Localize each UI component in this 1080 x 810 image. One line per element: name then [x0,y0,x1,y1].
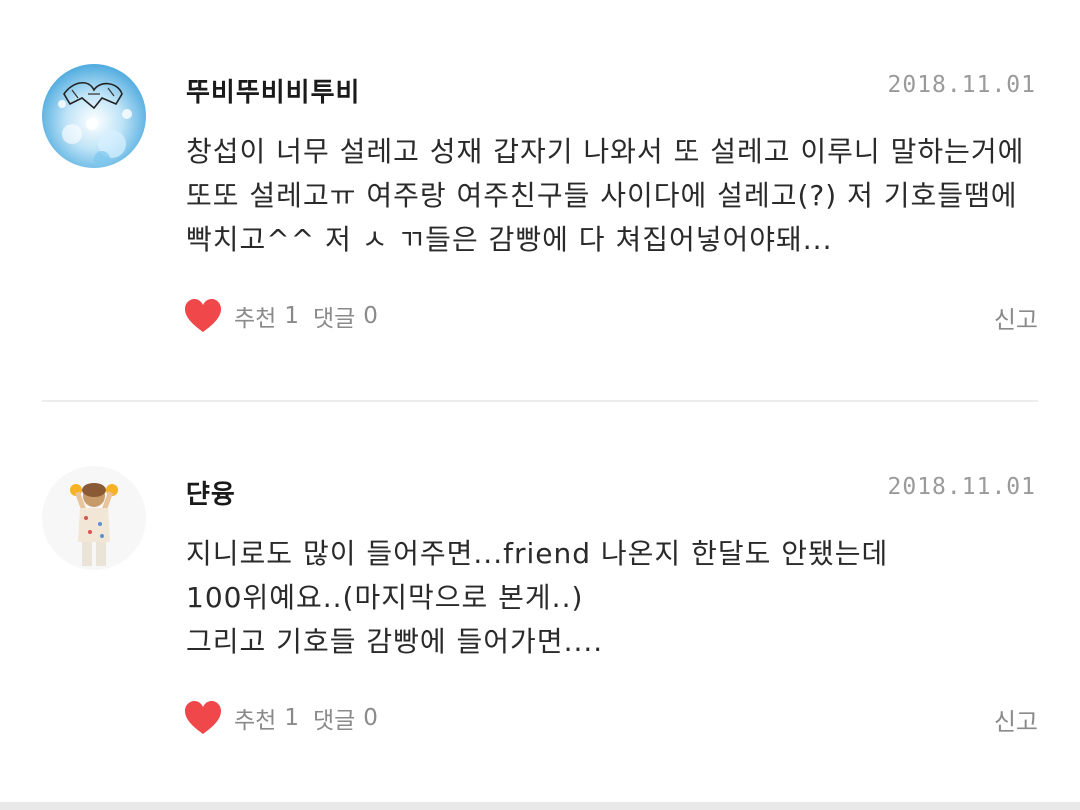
comment-list: 뚜비뚜비비투비 2018.11.01 창섭이 너무 설레고 성재 갑자기 나와서… [0,0,1080,810]
report-button[interactable]: 신고 [994,300,1038,335]
like-count: 1 [284,705,299,731]
reply-button[interactable]: 댓글 0 [313,701,378,735]
avatar[interactable] [42,64,146,168]
heart-icon[interactable] [184,700,222,736]
user-avatar-sparkle-icon [42,64,146,168]
comment-actions: 추천 1 댓글 0 [184,294,378,338]
like-button[interactable]: 추천 1 [184,700,299,736]
comment-line: 또또 설레고ㅠ 여주랑 여주친구들 사이다에 설레고(?) 저 기호들땜에 [186,179,1018,212]
report-button[interactable]: 신고 [994,702,1038,737]
reply-count: 0 [363,303,378,329]
username[interactable]: 뚜비뚜비비투비 [186,72,360,109]
comment-actions: 추천 1 댓글 0 [184,696,378,740]
avatar[interactable] [42,466,146,570]
comment-line: 지니로도 많이 들어주면...friend 나온지 한달도 안됐는데 [186,537,889,570]
reply-label: 댓글 [312,708,356,734]
comment-line: 빡치고^^ 저 ㅅ ㄲ들은 감빵에 다 쳐집어넣어야돼... [186,223,833,256]
reply-label: 댓글 [312,306,356,332]
comment-body: 지니로도 많이 들어주면...friend 나온지 한달도 안됐는데 100위예… [186,532,1046,664]
comment-date: 2018.11.01 [887,474,1036,500]
comment-line: 100위예요..(마지막으로 본게..) [186,581,584,614]
username[interactable]: 댠융 [186,474,236,511]
comment-line: 그리고 기호들 감빵에 들어가면.... [186,625,604,658]
comment-date: 2018.11.01 [887,72,1036,98]
comment-body: 창섭이 너무 설레고 성재 갑자기 나와서 또 설레고 이루니 말하는거에 또또… [186,130,1046,262]
comment-item: 댠융 2018.11.01 지니로도 많이 들어주면...friend 나온지 … [0,402,1080,804]
like-label: 추천 [234,306,277,332]
user-avatar-photo-icon [42,466,146,570]
like-count: 1 [284,303,299,329]
reply-button[interactable]: 댓글 0 [313,299,378,333]
bottom-divider [0,802,1080,810]
like-label: 추천 [234,708,277,734]
comment-item: 뚜비뚜비비투비 2018.11.01 창섭이 너무 설레고 성재 갑자기 나와서… [0,0,1080,402]
reply-count: 0 [363,705,378,731]
heart-icon[interactable] [184,298,222,334]
comment-line: 창섭이 너무 설레고 성재 갑자기 나와서 또 설레고 이루니 말하는거에 [186,135,1025,168]
like-button[interactable]: 추천 1 [184,298,299,334]
